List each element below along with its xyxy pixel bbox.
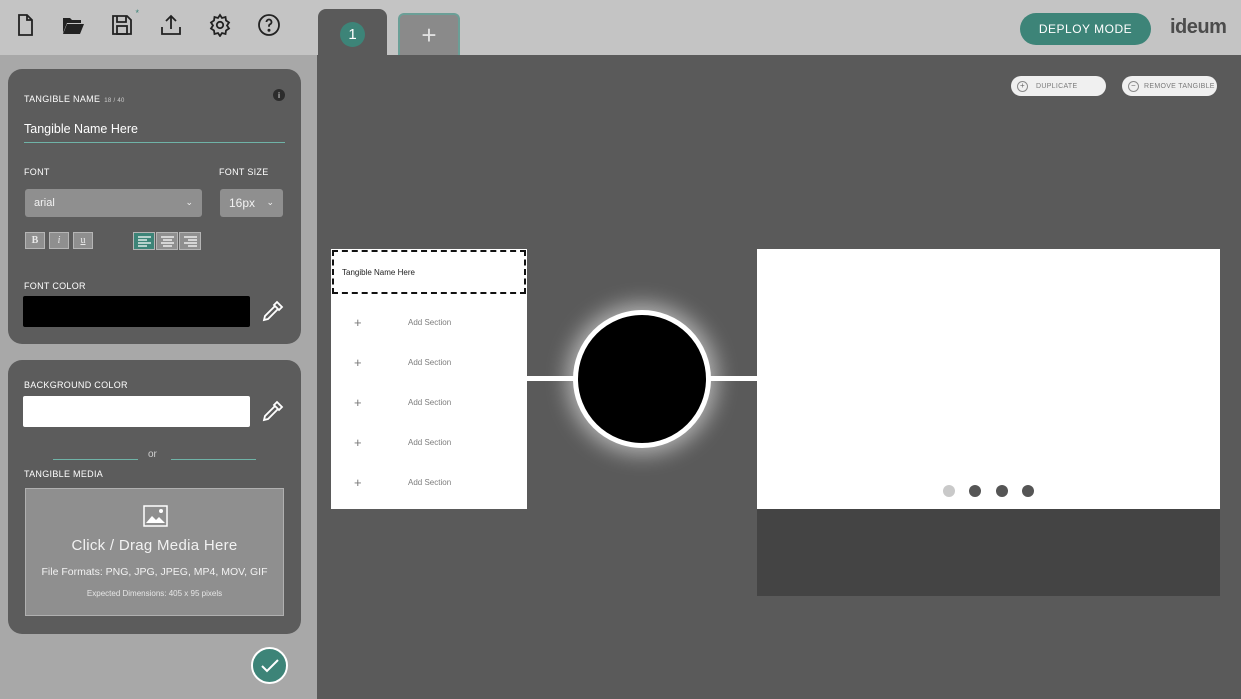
deploy-mode-button[interactable]: DEPLOY MODE: [1020, 13, 1151, 45]
connector-line: [709, 376, 758, 381]
divider: [171, 459, 256, 460]
or-separator: or: [148, 449, 157, 460]
font-size-value: 16px: [229, 196, 256, 210]
font-label: FONT: [24, 167, 50, 177]
chevron-down-icon: ⌄: [185, 197, 193, 207]
save-icon[interactable]: *: [108, 8, 139, 39]
font-size-label: FONT SIZE: [219, 167, 269, 177]
plus-icon: +: [354, 394, 362, 410]
add-section-row[interactable]: + Add Section: [331, 312, 527, 332]
properties-sidebar: TANGIBLE NAME18 / 40 i FONT FONT SIZE ar…: [0, 55, 317, 699]
eyedropper-icon[interactable]: [260, 398, 286, 424]
content-preview-panel: [757, 249, 1220, 509]
media-dropzone-title: Click / Drag Media Here: [71, 537, 238, 554]
align-right-button[interactable]: [179, 232, 201, 250]
tangible-name-input[interactable]: [24, 116, 285, 143]
pagination-dot[interactable]: [996, 485, 1008, 497]
tab-1[interactable]: 1: [318, 9, 387, 55]
font-select-value: arial: [34, 197, 55, 209]
pagination-dot[interactable]: [969, 485, 981, 497]
add-section-label: Add Section: [408, 477, 452, 487]
settings-icon[interactable]: [206, 11, 234, 39]
add-section-row[interactable]: + Add Section: [331, 472, 527, 492]
add-section-row[interactable]: + Add Section: [331, 352, 527, 372]
font-size-select[interactable]: 16px ⌄: [220, 189, 283, 217]
background-color-swatch[interactable]: [23, 396, 250, 427]
duplicate-button[interactable]: + DUPLICATE: [1011, 76, 1106, 96]
align-center-button[interactable]: [156, 232, 178, 250]
add-section-label: Add Section: [408, 317, 452, 327]
pagination-dot[interactable]: [1022, 485, 1034, 497]
tangible-puck[interactable]: [573, 310, 711, 448]
remove-tangible-button[interactable]: − REMOVE TANGIBLE: [1122, 76, 1217, 96]
add-section-row[interactable]: + Add Section: [331, 432, 527, 452]
media-expected-dimensions: Expected Dimensions: 405 x 95 pixels: [86, 589, 223, 598]
char-count: 18 / 40: [104, 98, 125, 104]
plus-icon: +: [354, 474, 362, 490]
divider: [53, 459, 138, 460]
media-dropzone[interactable]: Click / Drag Media Here File Formats: PN…: [25, 488, 284, 616]
font-color-swatch[interactable]: [23, 296, 250, 327]
tangible-name-header[interactable]: Tangible Name Here: [332, 250, 526, 294]
align-left-button[interactable]: [133, 232, 155, 250]
add-section-label: Add Section: [408, 357, 452, 367]
align-right-icon: [183, 235, 197, 247]
duplicate-label: DUPLICATE: [1036, 82, 1078, 90]
background-card: BACKGROUND COLOR or TANGIBLE MEDIA Click…: [8, 360, 301, 634]
export-icon[interactable]: [157, 11, 185, 39]
checkmark-icon: [260, 658, 279, 672]
help-icon[interactable]: [255, 11, 283, 39]
tangible-menu: Tangible Name Here + Add Section + Add S…: [331, 249, 527, 509]
new-file-icon[interactable]: [11, 11, 39, 39]
tab-1-number: 1: [340, 22, 365, 47]
plus-icon: +: [354, 434, 362, 450]
remove-tangible-label: REMOVE TANGIBLE: [1144, 82, 1215, 90]
unsaved-indicator: *: [135, 8, 139, 18]
background-color-label: BACKGROUND COLOR: [24, 380, 128, 390]
font-select[interactable]: arial ⌄: [25, 189, 202, 217]
bold-button[interactable]: B: [25, 232, 45, 249]
confirm-button[interactable]: [251, 647, 288, 684]
ideum-logo: ideum: [1170, 16, 1227, 38]
tangible-name-label: TANGIBLE NAME 18 / 40: [24, 94, 125, 104]
plus-circle-icon: +: [1017, 80, 1028, 92]
top-toolbar: * 1 + DEPLOY MODE ideum: [0, 0, 1241, 55]
add-tab-button[interactable]: +: [398, 13, 460, 55]
underline-button[interactable]: u: [73, 232, 93, 249]
media-file-formats: File Formats: PNG, JPG, JPEG, MP4, MOV, …: [41, 566, 268, 578]
minus-circle-icon: −: [1128, 80, 1139, 92]
italic-button[interactable]: i: [49, 232, 69, 249]
align-center-icon: [160, 235, 174, 247]
add-section-label: Add Section: [408, 397, 452, 407]
chevron-down-icon: ⌄: [266, 197, 274, 207]
image-icon: [143, 505, 168, 527]
eyedropper-icon[interactable]: [260, 298, 286, 324]
plus-icon: +: [354, 354, 362, 370]
plus-icon: +: [354, 314, 362, 330]
align-left-icon: [137, 235, 151, 247]
tangible-media-label: TANGIBLE MEDIA: [24, 469, 104, 479]
info-icon[interactable]: i: [273, 89, 285, 101]
content-preview-footer: [757, 509, 1220, 596]
open-folder-icon[interactable]: [59, 11, 87, 39]
text-properties-card: TANGIBLE NAME18 / 40 i FONT FONT SIZE ar…: [8, 69, 301, 344]
pagination-dot-active[interactable]: [943, 485, 955, 497]
add-section-row[interactable]: + Add Section: [331, 392, 527, 412]
font-color-label: FONT COLOR: [24, 281, 86, 291]
connector-line: [527, 376, 577, 381]
add-section-label: Add Section: [408, 437, 452, 447]
